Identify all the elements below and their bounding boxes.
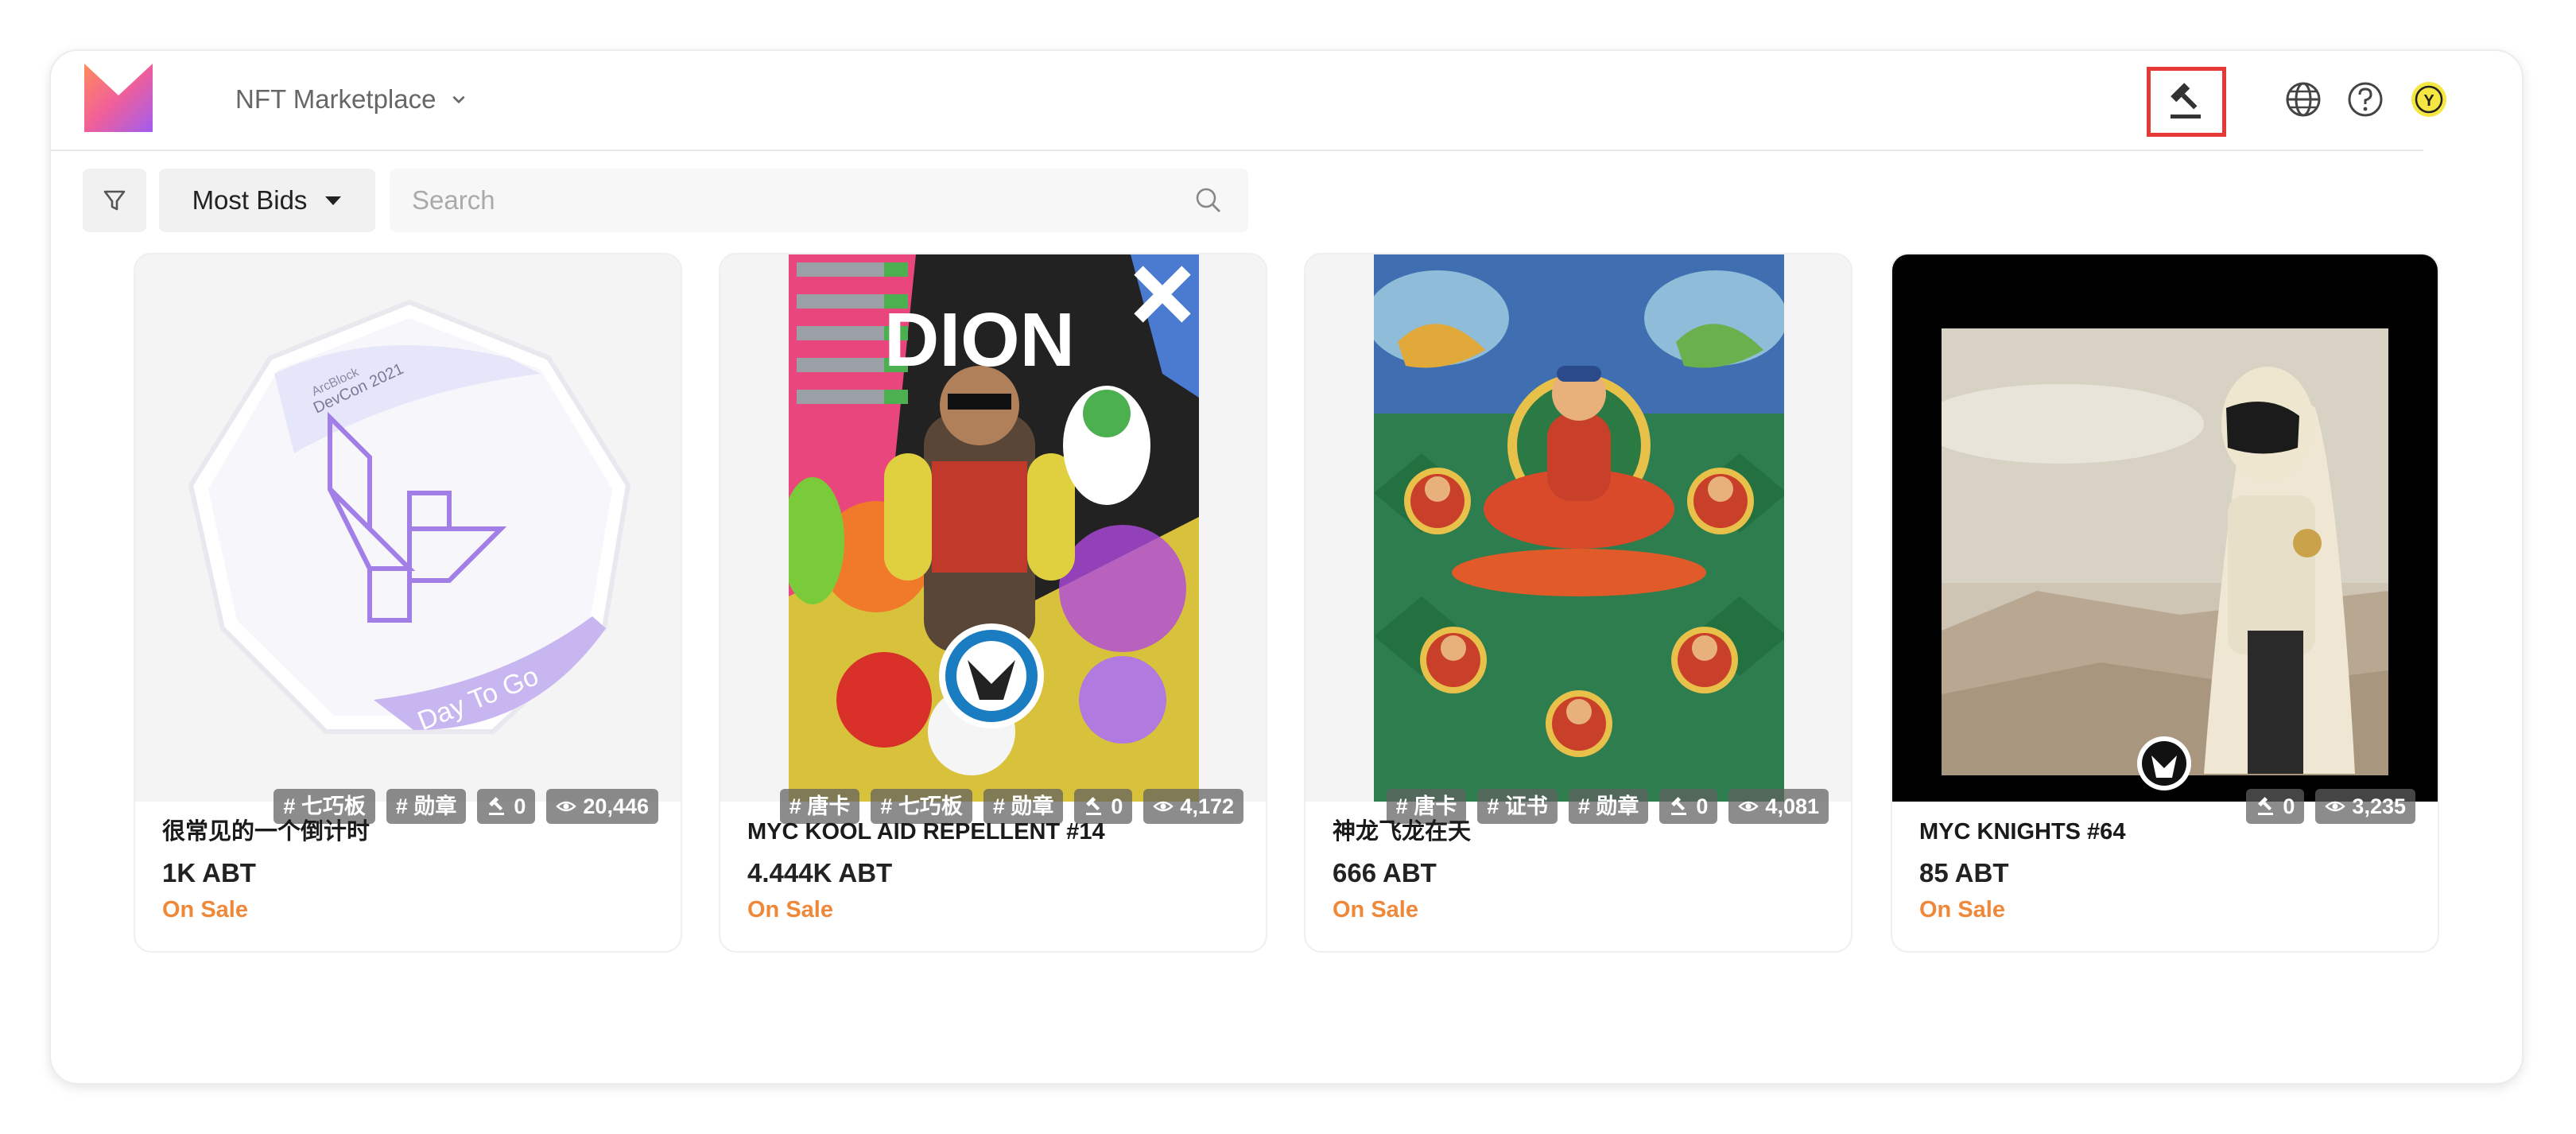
eye-icon xyxy=(1153,801,1174,812)
nft-name: 神龙飞龙在天 xyxy=(1333,819,1472,845)
nft-name: 很常见的一个倒计时 xyxy=(162,819,370,845)
sort-select[interactable]: Most Bids xyxy=(159,169,375,232)
gavel-icon xyxy=(1086,797,1102,815)
bid-count: 0 xyxy=(1696,794,1709,818)
search-input[interactable] xyxy=(390,184,1193,216)
nft-name: MYC KNIGHTS #64 xyxy=(1919,819,2126,845)
search-icon[interactable] xyxy=(1193,184,1224,216)
eye-icon xyxy=(556,801,577,812)
nft-image: ArcBlock DevCon 2021 Day To Go xyxy=(135,254,681,802)
gavel-icon xyxy=(2258,797,2274,815)
caret-down-icon xyxy=(325,196,342,205)
view-count-badge: 20,446 xyxy=(546,789,658,824)
nft-price: 666 ABT xyxy=(1333,858,1437,887)
gavel-icon xyxy=(1671,797,1687,815)
view-count: 4,172 xyxy=(1180,794,1234,818)
bid-count: 0 xyxy=(1111,794,1123,818)
bid-count: 0 xyxy=(514,794,526,818)
view-count-badge: 4,081 xyxy=(1728,789,1829,824)
sale-status: On Sale xyxy=(747,897,833,922)
view-count: 4,081 xyxy=(1765,794,1819,818)
user-avatar[interactable]: Y xyxy=(2393,64,2465,135)
sort-label: Most Bids xyxy=(192,185,308,215)
sale-status: On Sale xyxy=(1919,897,2005,922)
search-box[interactable] xyxy=(390,169,1248,232)
card-tags: 0 3,235 xyxy=(2246,789,2415,824)
sale-status: On Sale xyxy=(162,897,248,922)
nft-image xyxy=(1305,254,1851,802)
gavel-icon xyxy=(489,797,505,815)
nft-card[interactable]: 0 3,235 MYC KNIGHTS #64 85 ABT On Sale xyxy=(1891,253,2439,953)
header-divider xyxy=(51,150,2423,151)
bid-count-badge: 0 xyxy=(2246,789,2305,824)
bid-count: 0 xyxy=(2283,794,2295,818)
language-button[interactable] xyxy=(2268,64,2339,135)
eye-icon xyxy=(1738,801,1759,812)
filter-icon xyxy=(103,190,126,211)
app-switcher[interactable]: NFT Marketplace xyxy=(235,80,467,119)
view-count: 3,235 xyxy=(2352,794,2406,818)
nft-card[interactable]: DION # 唐卡 # 七巧板 # 勋章 0 4,172 MYC KOOL AI… xyxy=(719,253,1267,953)
nft-price: 4.444K ABT xyxy=(747,858,893,887)
app-name: NFT Marketplace xyxy=(235,84,436,114)
eye-icon xyxy=(2325,801,2346,812)
filter-button[interactable] xyxy=(83,169,146,232)
nft-price: 1K ABT xyxy=(162,858,256,887)
auction-button[interactable] xyxy=(2147,67,2226,137)
globe-icon xyxy=(2286,82,2321,117)
view-count: 20,446 xyxy=(583,794,649,818)
nft-image: DION xyxy=(720,254,1266,802)
nft-name: MYC KOOL AID REPELLENT #14 xyxy=(747,819,1105,845)
bid-count-badge: 0 xyxy=(1659,789,1718,824)
tag-badge[interactable]: # 勋章 xyxy=(1568,789,1649,824)
tag-badge[interactable]: # 证书 xyxy=(1477,789,1558,824)
chevron-down-icon xyxy=(452,95,466,104)
emblem-icon xyxy=(2137,736,2191,790)
tag-badge[interactable]: # 勋章 xyxy=(386,789,467,824)
help-button[interactable] xyxy=(2330,64,2401,135)
view-count-badge: 4,172 xyxy=(1143,789,1243,824)
nft-price: 85 ABT xyxy=(1919,858,2009,887)
bid-count-badge: 0 xyxy=(477,789,536,824)
view-count-badge: 3,235 xyxy=(2315,789,2415,824)
nft-card[interactable]: ArcBlock DevCon 2021 Day To Go # 七巧板 # 勋… xyxy=(134,253,682,953)
sale-status: On Sale xyxy=(1333,897,1418,922)
nft-image xyxy=(1892,254,2438,802)
nft-card[interactable]: # 唐卡 # 证书 # 勋章 0 4,081 神龙飞龙在天 666 ABT On… xyxy=(1304,253,1852,953)
gavel-icon xyxy=(2171,83,2201,118)
help-icon xyxy=(2348,82,2383,117)
app-logo[interactable] xyxy=(84,64,153,132)
avatar: Y xyxy=(2411,82,2446,117)
avatar-letter: Y xyxy=(2423,92,2434,110)
